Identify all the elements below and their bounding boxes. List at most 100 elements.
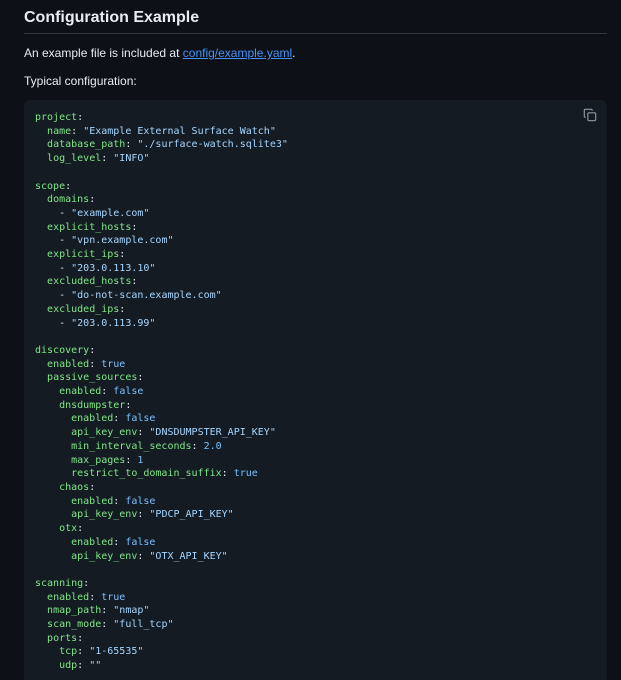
yaml-punct: :: [119, 249, 126, 261]
yaml-key: enabled: [71, 495, 114, 507]
yaml-punct: :: [137, 372, 144, 384]
yaml-key: enabled: [71, 413, 114, 425]
yaml-value: "./surface-watch.sqlite3": [137, 139, 288, 151]
yaml-key: dnsdumpster: [59, 399, 126, 411]
yaml-key: log_level: [47, 153, 102, 165]
code-line: scan_mode: "full_tcp": [35, 619, 173, 631]
code-line: explicit_hosts:: [35, 222, 137, 233]
yaml-value: true: [101, 358, 126, 370]
yaml-punct: :: [221, 468, 234, 480]
code-line: name: "Example External Surface Watch": [35, 126, 276, 137]
yaml-punct: :: [125, 454, 138, 466]
yaml-punct: :: [77, 523, 84, 535]
code-line: otx:: [35, 523, 83, 534]
yaml-value: "OTX_API_KEY": [149, 550, 228, 562]
copy-button[interactable]: [583, 108, 597, 122]
code-line: - "example.com": [35, 208, 149, 219]
code-block: project: name: "Example External Surface…: [24, 100, 607, 680]
code-line: discovery:: [35, 345, 95, 356]
yaml-punct: :: [101, 605, 114, 617]
yaml-punct: :: [65, 180, 72, 192]
yaml-punct: -: [59, 207, 72, 219]
typical-config-label: Typical configuration:: [24, 74, 137, 88]
yaml-key: passive_sources: [47, 372, 138, 384]
yaml-punct: :: [101, 386, 114, 398]
yaml-key: min_interval_seconds: [71, 440, 192, 452]
code-line: domains:: [35, 194, 95, 205]
yaml-value: "example.com": [71, 207, 150, 219]
yaml-key: enabled: [71, 536, 114, 548]
code-line: log_level: "INFO": [35, 153, 149, 164]
code-line: explicit_ips:: [35, 249, 125, 260]
yaml-key: enabled: [59, 386, 102, 398]
yaml-key: udp: [59, 660, 78, 672]
code-line: ports:: [35, 633, 83, 644]
code-line: nmap_path: "nmap": [35, 605, 149, 616]
code-line: min_interval_seconds: 2.0: [35, 441, 222, 452]
yaml-value: 2.0: [203, 440, 222, 452]
yaml-key: explicit_hosts: [47, 221, 132, 233]
yaml-key: project: [35, 112, 78, 123]
yaml-key: nmap_path: [47, 605, 102, 617]
code-line: - "vpn.example.com": [35, 235, 174, 247]
yaml-key: enabled: [47, 358, 90, 370]
yaml-value: "vpn.example.com": [71, 235, 174, 247]
code-line: tcp: "1-65535": [35, 646, 143, 657]
code-line: project:: [35, 112, 83, 123]
yaml-punct: :: [125, 399, 132, 411]
code-line: chaos:: [35, 482, 95, 493]
yaml-punct: :: [83, 577, 90, 589]
yaml-key: api_key_env: [71, 550, 138, 562]
yaml-key: database_path: [47, 139, 126, 151]
code-line: - "203.0.113.99": [35, 318, 155, 329]
yaml-punct: :: [113, 536, 126, 548]
code-line: enabled: true: [35, 359, 125, 370]
yaml-key: scan_mode: [47, 619, 102, 631]
yaml-punct: :: [89, 481, 96, 493]
yaml-punct: -: [59, 317, 72, 329]
yaml-key: discovery: [35, 344, 90, 356]
yaml-value: false: [125, 495, 156, 507]
code-line: - "203.0.113.10": [35, 263, 155, 274]
yaml-key: explicit_ips: [47, 249, 120, 261]
code-line: restrict_to_domain_suffix: true: [35, 468, 258, 479]
yaml-value: true: [233, 468, 258, 480]
yaml-punct: :: [89, 591, 102, 603]
code-line: - "do-not-scan.example.com": [35, 290, 222, 301]
yaml-value: "203.0.113.10": [71, 262, 156, 274]
yaml-punct: :: [89, 358, 102, 370]
yaml-code: project: name: "Example External Surface…: [35, 111, 288, 673]
yaml-value: true: [101, 591, 126, 603]
yaml-punct: :: [113, 413, 126, 425]
yaml-key: api_key_env: [71, 509, 138, 521]
yaml-punct: :: [71, 125, 84, 137]
yaml-key: scope: [35, 180, 66, 192]
example-config-link[interactable]: config/example.yaml: [183, 46, 292, 60]
yaml-value: false: [125, 536, 156, 548]
yaml-punct: :: [137, 509, 150, 521]
code-line: udp: "": [35, 660, 101, 671]
yaml-punct: :: [77, 112, 84, 123]
yaml-punct: :: [137, 550, 150, 562]
yaml-key: excluded_hosts: [47, 276, 132, 288]
yaml-key: max_pages: [71, 454, 126, 466]
yaml-value: "DNSDUMPSTER_API_KEY": [149, 427, 276, 439]
yaml-punct: :: [77, 646, 90, 658]
yaml-punct: :: [191, 440, 204, 452]
yaml-value: "Example External Surface Watch": [83, 125, 276, 137]
yaml-punct: :: [89, 344, 96, 356]
intro-paragraph: An example file is included at config/ex…: [24, 45, 296, 61]
yaml-key: tcp: [59, 646, 78, 658]
yaml-value: "do-not-scan.example.com": [71, 290, 222, 302]
yaml-value: 1: [137, 454, 144, 466]
yaml-punct: :: [125, 139, 138, 151]
yaml-value: "1-65535": [89, 646, 144, 658]
yaml-value: false: [113, 386, 144, 398]
code-line: enabled: false: [35, 413, 155, 424]
yaml-value: "nmap": [113, 605, 150, 617]
code-line: database_path: "./surface-watch.sqlite3": [35, 139, 288, 150]
code-line: excluded_hosts:: [35, 276, 137, 287]
yaml-value: false: [125, 413, 156, 425]
section-heading: Configuration Example: [24, 9, 200, 26]
code-line: scanning:: [35, 578, 89, 589]
